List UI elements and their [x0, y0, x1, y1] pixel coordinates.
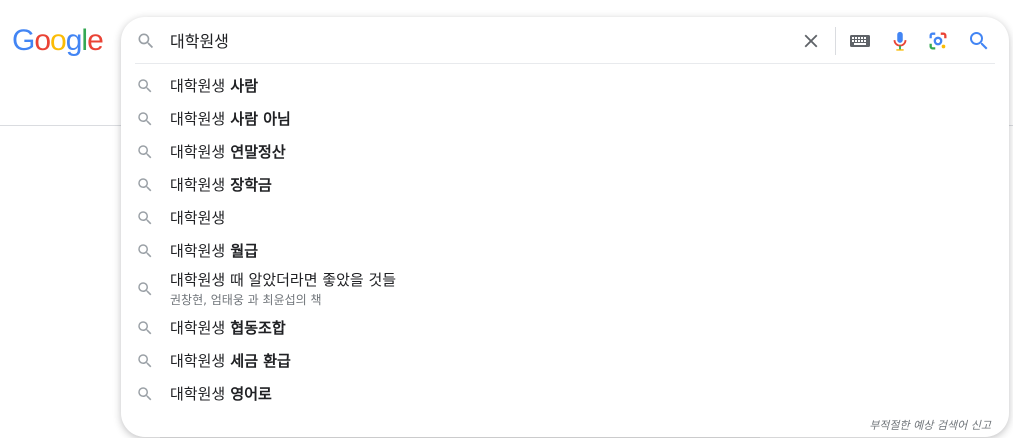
- logo-letter-o2: o: [50, 24, 67, 57]
- suggestion-text: 대학원생 세금 환급: [170, 350, 291, 371]
- suggestion-item[interactable]: 대학원생 연말정산: [121, 135, 1009, 168]
- suggestion-item[interactable]: 대학원생 월급: [121, 234, 1009, 267]
- search-icon: [138, 321, 152, 335]
- suggestion-subtitle: 권창현, 엄태웅 과 최윤섭의 책: [170, 293, 322, 307]
- suggestion-completion: 협동조합: [225, 319, 286, 337]
- suggestion-prefix: 대학원생: [170, 176, 226, 194]
- suggestion-item-book[interactable]: 대학원생 때 알았더라면 좋았을 것들 권창현, 엄태웅 과 최윤섭의 책: [121, 267, 1009, 311]
- search-icon: [138, 387, 152, 401]
- suggestion-prefix: 대학원생 때 알았더라면 좋았을 것들: [170, 271, 397, 289]
- suggestion-completion: 사람 아님: [225, 110, 291, 128]
- search-icon: [970, 32, 988, 50]
- suggestion-completion: 연말정산: [225, 143, 286, 161]
- suggestion-text: 대학원생 월급: [170, 240, 258, 261]
- logo-letter-g2: g: [65, 24, 83, 57]
- suggestion-completion: 영어로: [225, 385, 272, 403]
- suggestion-completion: 세금 환급: [225, 352, 291, 370]
- search-icon: [138, 79, 152, 93]
- suggestion-prefix: 대학원생: [170, 77, 226, 95]
- suggestion-text: 대학원생 때 알았더라면 좋았을 것들: [170, 269, 396, 290]
- clear-button[interactable]: [798, 28, 824, 54]
- search-icon: [138, 33, 154, 49]
- suggestion-item[interactable]: 대학원생 세금 환급: [121, 344, 1009, 377]
- suggestion-completion: 월급: [225, 242, 259, 260]
- suggestion-prefix: 대학원생: [170, 209, 226, 227]
- suggestion-prefix: 대학원생: [170, 319, 226, 337]
- suggestion-text: 대학원생 사람 아님: [170, 108, 291, 129]
- suggestion-prefix: 대학원생: [170, 385, 226, 403]
- search-autocomplete-panel: 대학원생 사람 대학원생 사람 아님 대학원생 연말정산 대학원생 장학금 대학…: [121, 17, 1009, 437]
- suggestion-text: 대학원생: [170, 207, 225, 228]
- suggestion-item[interactable]: 대학원생: [121, 201, 1009, 234]
- search-icon: [138, 244, 152, 258]
- mic-icon: [893, 31, 907, 51]
- search-bar-divider: [835, 27, 836, 55]
- logo-letter-o1: o: [34, 24, 51, 57]
- search-icon: [138, 211, 152, 225]
- suggestion-item[interactable]: 대학원생 사람: [121, 69, 1009, 102]
- suggestion-text: 대학원생 장학금: [170, 174, 272, 195]
- search-icon: [138, 145, 152, 159]
- close-icon: [804, 34, 818, 48]
- image-search-button[interactable]: [925, 28, 951, 54]
- suggestion-text: 대학원생 사람: [170, 75, 258, 96]
- suggestion-item[interactable]: 대학원생 사람 아님: [121, 102, 1009, 135]
- google-logo[interactable]: Google: [12, 24, 104, 58]
- suggestion-item[interactable]: 대학원생 장학금: [121, 168, 1009, 201]
- suggestion-completion: 장학금: [225, 176, 272, 194]
- lens-icon: [929, 32, 947, 50]
- suggestion-prefix: 대학원생: [170, 242, 226, 260]
- suggestion-item[interactable]: 대학원생 협동조합: [121, 311, 1009, 344]
- search-bar: [121, 17, 1009, 63]
- report-predictions-link[interactable]: 부적절한 예상 검색어 신고: [869, 417, 991, 433]
- suggestion-text: 대학원생 연말정산: [170, 141, 286, 162]
- suggestion-list: 대학원생 사람 대학원생 사람 아님 대학원생 연말정산 대학원생 장학금 대학…: [121, 69, 1009, 410]
- suggestion-text: 대학원생 협동조합: [170, 317, 286, 338]
- search-input[interactable]: [170, 27, 770, 53]
- suggestion-prefix: 대학원생: [170, 352, 226, 370]
- suggestion-prefix: 대학원생: [170, 110, 226, 128]
- search-icon: [138, 282, 152, 296]
- logo-letter-e: e: [87, 24, 104, 57]
- search-icon: [138, 354, 152, 368]
- logo-letter-g1: G: [12, 24, 35, 57]
- search-icon: [138, 178, 152, 192]
- search-icon: [138, 112, 152, 126]
- search-suggestion-separator: [135, 63, 995, 64]
- suggestion-text: 대학원생 영어로: [170, 383, 272, 404]
- keyboard-button[interactable]: [847, 28, 873, 54]
- suggestion-prefix: 대학원생: [170, 143, 226, 161]
- voice-search-button[interactable]: [887, 28, 913, 54]
- search-submit-button[interactable]: [966, 28, 992, 54]
- suggestion-item[interactable]: 대학원생 영어로: [121, 377, 1009, 410]
- keyboard-icon: [850, 35, 870, 47]
- suggestion-completion: 사람: [225, 77, 259, 95]
